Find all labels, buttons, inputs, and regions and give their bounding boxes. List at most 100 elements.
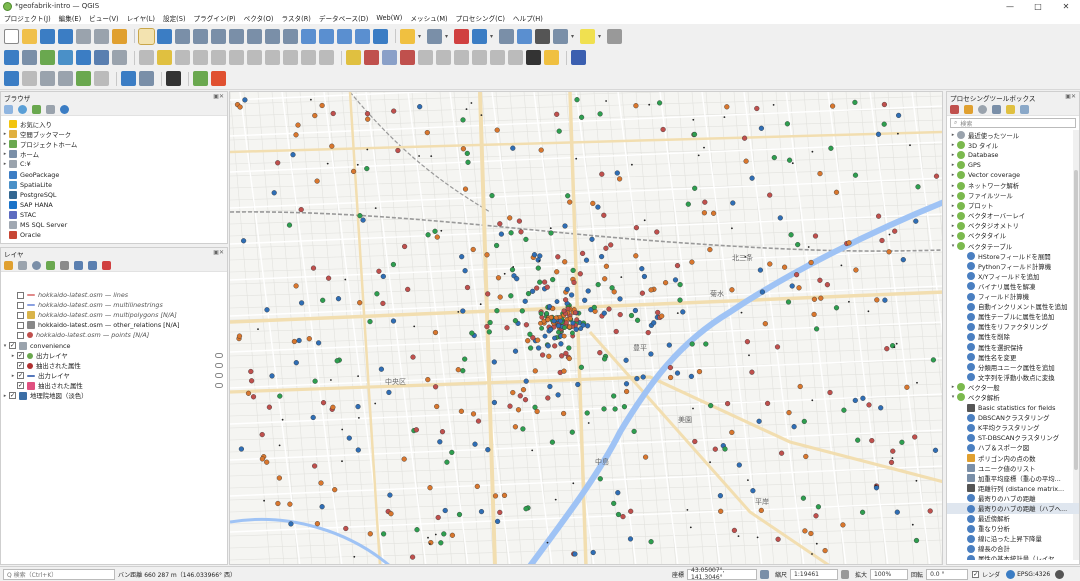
browser-item[interactable]: SpatiaLite: [1, 180, 227, 190]
expand-arrow-icon[interactable]: ▸: [1, 151, 9, 157]
menu-item[interactable]: データベース(D): [319, 13, 368, 23]
map-tips-icon[interactable]: [607, 28, 622, 44]
processing-item[interactable]: 自動インクリメント属性を追加: [947, 302, 1079, 312]
dropdown-arrow-icon[interactable]: ▾: [418, 29, 424, 44]
temporal-icon[interactable]: [337, 28, 352, 44]
open-street-icon[interactable]: [94, 71, 109, 86]
open-project-icon[interactable]: [22, 28, 37, 44]
processing-item[interactable]: ▸ ファイルツール: [947, 191, 1079, 201]
collapse-all-icon[interactable]: [46, 104, 55, 114]
identify-icon[interactable]: [472, 28, 487, 44]
expand-arrow-icon[interactable]: ▸: [949, 142, 957, 148]
expand-arrow-icon[interactable]: ▸: [9, 373, 17, 379]
processing-item[interactable]: 文字列を浮動小数点に変換: [947, 372, 1079, 382]
processing-item[interactable]: X/Yフィールドを追加: [947, 271, 1079, 281]
processing-item[interactable]: ▸ プロット: [947, 201, 1079, 211]
label-extra2-icon[interactable]: [490, 50, 505, 65]
processing-item[interactable]: 属性を削除: [947, 332, 1079, 342]
dropdown-arrow-icon[interactable]: ▾: [445, 29, 451, 44]
rotation-spinbox[interactable]: 0.0 °: [926, 568, 969, 580]
expand-arrow-icon[interactable]: ▸: [949, 193, 957, 199]
layer-item[interactable]: ▸ ✓ 出力レイヤ: [1, 351, 227, 361]
processing-search-input[interactable]: ⌕ 検索: [950, 118, 1076, 128]
zoom-layer-icon[interactable]: [229, 28, 244, 44]
menu-item[interactable]: 設定(S): [163, 13, 186, 23]
processing-item[interactable]: ▸ Database: [947, 150, 1079, 160]
expand-all-icon[interactable]: [74, 260, 83, 270]
plugin-c-icon[interactable]: [211, 71, 226, 86]
options-icon[interactable]: [1020, 104, 1029, 114]
label-rotate-icon[interactable]: [418, 50, 433, 65]
zoom-selection-icon[interactable]: [247, 28, 262, 44]
browser-item[interactable]: SAP HANA: [1, 200, 227, 210]
processing-item[interactable]: ポリゴン内の点の数: [947, 453, 1079, 463]
zoom-in-icon[interactable]: [175, 28, 190, 44]
python-console-icon[interactable]: [544, 50, 559, 65]
processing-item[interactable]: バイナリ属性を解凍: [947, 281, 1079, 291]
dropdown-arrow-icon[interactable]: ▾: [490, 29, 496, 44]
expand-arrow-icon[interactable]: ▸: [1, 141, 9, 147]
info-icon[interactable]: [121, 71, 136, 86]
processing-item[interactable]: ▾ ベクタテーブル: [947, 241, 1079, 251]
menu-item[interactable]: ヘルプ(H): [513, 13, 543, 23]
expand-arrow-icon[interactable]: ▸: [949, 152, 957, 158]
collapse-all-layers-icon[interactable]: [88, 260, 97, 270]
label-pin-icon[interactable]: [364, 50, 379, 65]
menu-item[interactable]: プロジェクト(J): [4, 13, 51, 23]
processing-item[interactable]: 重なり分析: [947, 524, 1079, 534]
layer-item[interactable]: hokkaido-latest.osm — points [N/A]: [1, 330, 227, 340]
layer-visibility-checkbox[interactable]: ✓: [9, 342, 16, 350]
bookmark-icon[interactable]: [355, 28, 370, 44]
print-layout-icon[interactable]: [76, 28, 91, 44]
processing-item[interactable]: 属性テーブルに属性を追加: [947, 312, 1079, 322]
processing-item[interactable]: Basic statistics for fields: [947, 403, 1079, 413]
processing-item[interactable]: 最寄りのハブの距離（ハブへ...: [947, 503, 1079, 514]
render-checkbox[interactable]: ✓: [972, 570, 980, 578]
messages-icon[interactable]: [1055, 569, 1065, 579]
layer-visibility-checkbox[interactable]: ✓: [17, 382, 24, 390]
processing-item[interactable]: Pythonフィールド計算機: [947, 261, 1079, 271]
undo-icon[interactable]: [301, 50, 316, 65]
processing-item[interactable]: ▸ ベクタ一般: [947, 382, 1079, 392]
menu-item[interactable]: プロセシング(C): [456, 13, 505, 23]
processing-item[interactable]: ▸ Vector coverage: [947, 170, 1079, 180]
processing-item[interactable]: ▸ 3D タイル: [947, 140, 1079, 150]
add-group-icon[interactable]: [18, 260, 27, 270]
minimize-button[interactable]: —: [996, 0, 1024, 12]
close-button[interactable]: ✕: [1052, 0, 1080, 12]
menu-item[interactable]: ベクタ(O): [244, 13, 274, 23]
menu-item[interactable]: プラグイン(P): [194, 13, 236, 23]
toolbox-icon[interactable]: [517, 28, 532, 44]
menu-item[interactable]: ビュー(V): [89, 13, 118, 23]
crs-globe-icon[interactable]: [1006, 569, 1016, 579]
select-features-icon[interactable]: [400, 28, 415, 44]
processing-item[interactable]: ハブ＆スポーク図: [947, 443, 1079, 453]
processing-item[interactable]: DBSCANクラスタリング: [947, 413, 1079, 423]
expand-arrow-icon[interactable]: ▸: [949, 213, 957, 219]
layer-item[interactable]: hokkaido-latest.osm — lines: [1, 290, 227, 300]
expand-arrow-icon[interactable]: ▸: [949, 384, 957, 390]
panel-float-close-icons[interactable]: ▣✕: [213, 93, 224, 100]
coordinate-field[interactable]: 43.05007°, 141.3046°: [687, 567, 758, 581]
measure-icon[interactable]: [553, 28, 568, 44]
models-icon[interactable]: [950, 104, 959, 114]
processing-item[interactable]: 距離行列 (distance matrix...: [947, 483, 1079, 493]
filter-expression-icon[interactable]: [60, 260, 69, 270]
paste-icon[interactable]: [283, 50, 298, 65]
plugin-b-icon[interactable]: [193, 71, 208, 86]
attribute-table-icon[interactable]: [499, 28, 514, 44]
save-project-icon[interactable]: [40, 28, 55, 44]
toggle-editing-icon[interactable]: [157, 50, 172, 65]
redo-icon[interactable]: [319, 50, 334, 65]
processing-item[interactable]: ユニーク値のリスト: [947, 463, 1079, 473]
osm-plugin-icon[interactable]: [76, 71, 91, 86]
add-selected-layers-icon[interactable]: [4, 104, 13, 114]
data-source-manager-icon[interactable]: [4, 50, 19, 65]
expand-arrow-icon[interactable]: ▸: [1, 393, 9, 399]
expand-arrow-icon[interactable]: ▸: [949, 172, 957, 178]
expand-arrow-icon[interactable]: ▾: [949, 394, 957, 400]
menu-item[interactable]: レイヤ(L): [127, 13, 155, 23]
filter-legend-icon[interactable]: [46, 260, 55, 270]
browser-item[interactable]: MS SQL Server: [1, 220, 227, 230]
layer-item[interactable]: hokkaido-latest.osm — multilinestrings: [1, 300, 227, 310]
